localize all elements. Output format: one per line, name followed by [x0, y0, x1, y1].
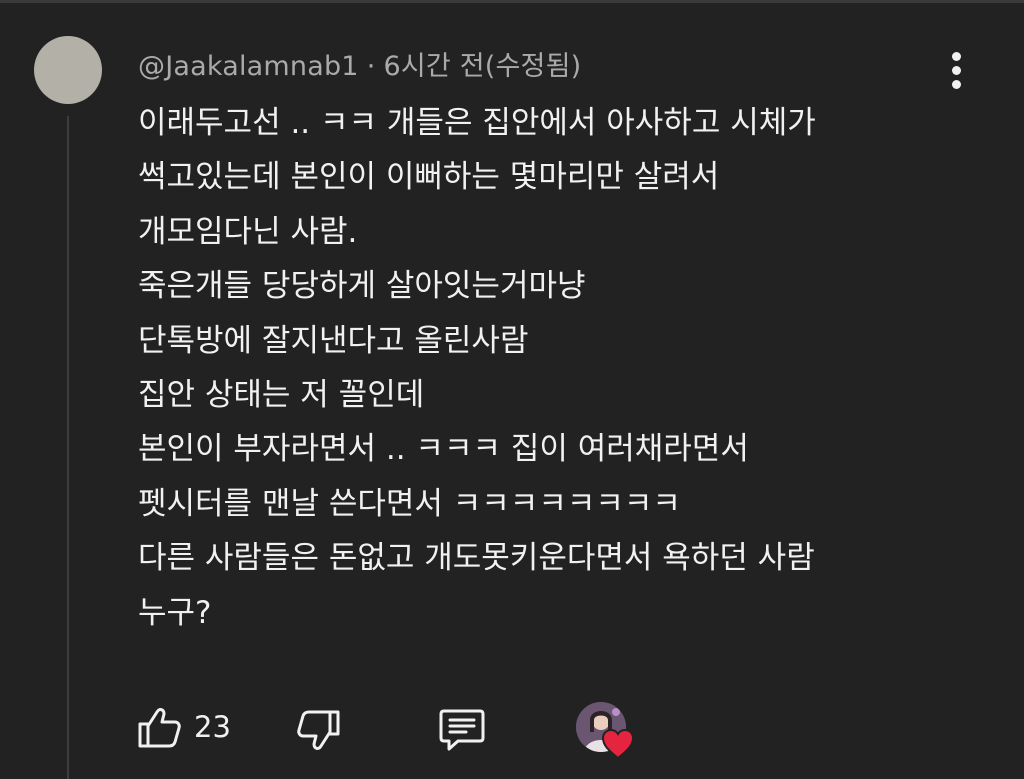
like-button[interactable] — [136, 704, 184, 752]
author-handle[interactable]: @Jaakalamnab1 — [138, 51, 359, 82]
thumbs-down-icon — [297, 710, 340, 750]
reply-button[interactable] — [436, 706, 488, 754]
comment-text: 이래두고선 .. ㅋㅋ 개들은 집안에서 아사하고 시체가 썩고있는데 본인이 … — [138, 96, 998, 640]
comment-reply-icon — [439, 709, 485, 751]
comment-line: 펫시터를 맨날 쓴다면서 ㅋㅋㅋㅋㅋㅋㅋㅋ — [138, 485, 681, 522]
comment-timestamp[interactable]: 6시간 전(수정됨) — [383, 51, 581, 82]
menu-dot — [952, 52, 961, 61]
menu-dot — [952, 66, 961, 75]
comment-line: 죽은개들 당당하게 살아잇는거마냥 — [138, 268, 586, 305]
dislike-button[interactable] — [294, 706, 342, 754]
comment-line: 집안 상태는 저 꼴인데 — [138, 377, 425, 414]
comment-line: 다른 사람들은 돈없고 개도못키운다면서 욕하던 사람 — [138, 540, 815, 577]
meta-separator: · — [366, 51, 376, 82]
comment-line: 단톡방에 잘지낸다고 올린사람 — [138, 322, 529, 359]
author-avatar[interactable] — [34, 36, 102, 104]
like-count: 23 — [194, 710, 231, 744]
creator-heart-badge[interactable] — [576, 702, 642, 762]
comment-line: 썩고있는데 본인이 이뻐하는 몇마리만 살려서 — [138, 159, 720, 196]
comment-line: 이래두고선 .. ㅋㅋ 개들은 집안에서 아사하고 시체가 — [138, 105, 816, 141]
heart-icon — [601, 728, 635, 760]
thread-line — [67, 116, 69, 779]
menu-dot — [952, 80, 961, 89]
top-divider — [0, 0, 1024, 3]
more-options-icon[interactable] — [944, 50, 968, 90]
comment-line: 누구? — [138, 594, 212, 631]
comment-line: 본인이 부자라면서 .. ㅋㅋㅋ 집이 여러채라면서 — [138, 431, 749, 468]
comment-header: @Jaakalamnab1 · 6시간 전(수정됨) — [138, 44, 581, 83]
comment-line: 개모임다닌 사람. — [138, 213, 358, 250]
thumbs-up-icon — [138, 708, 181, 748]
